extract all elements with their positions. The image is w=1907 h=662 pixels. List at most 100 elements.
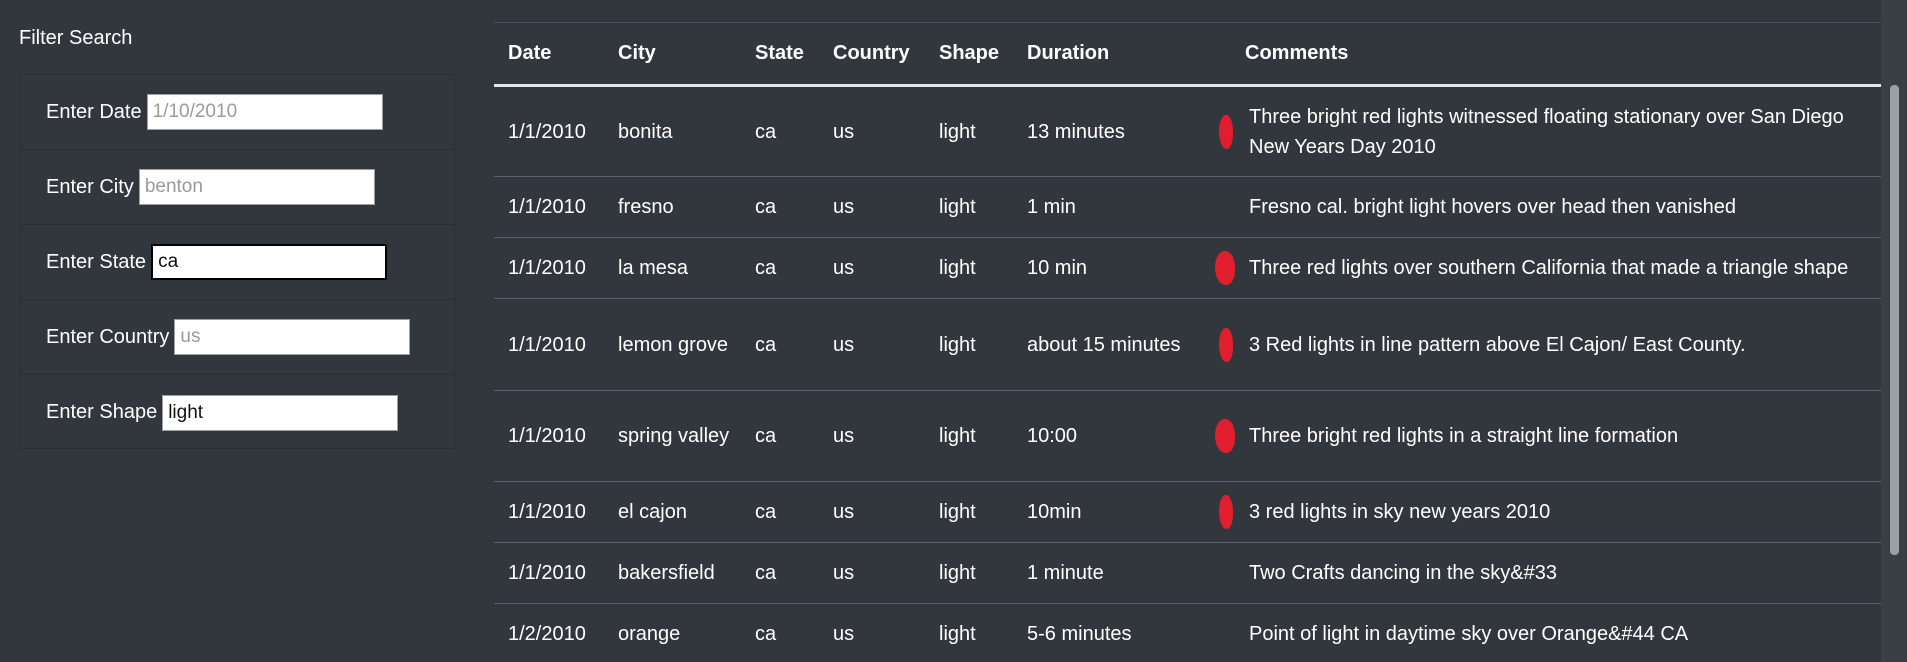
- filter-panel: Enter Date Enter City Enter State Enter …: [20, 74, 455, 449]
- cell-state: ca: [741, 390, 819, 482]
- cell-duration: 10min: [1013, 481, 1231, 543]
- cell-country: us: [819, 237, 925, 299]
- cell-city: lemon grove: [604, 298, 741, 391]
- date-input[interactable]: [146, 94, 383, 130]
- header-city: City: [604, 23, 741, 87]
- table-row: 1/1/2010 spring valley ca us light 10:00…: [494, 390, 1881, 482]
- cell-state: ca: [741, 85, 819, 177]
- red-annotation-mark: [1215, 251, 1235, 285]
- shape-input[interactable]: [162, 394, 399, 431]
- table-row: 1/2/2010 orange ca us light 5-6 minutes …: [494, 603, 1881, 662]
- cell-state: ca: [741, 237, 819, 299]
- cell-comment: 3 Red lights in line pattern above El Ca…: [1219, 298, 1881, 391]
- cell-shape: light: [925, 481, 1013, 543]
- filter-title: Filter Search: [19, 27, 133, 49]
- cell-date: 1/1/2010: [494, 85, 604, 177]
- header-date: Date: [494, 23, 604, 87]
- cell-date: 1/1/2010: [494, 542, 604, 604]
- cell-date: 1/1/2010: [494, 298, 604, 391]
- scrollbar-thumb[interactable]: [1890, 85, 1899, 555]
- red-annotation-mark: [1215, 419, 1235, 453]
- cell-shape: light: [925, 298, 1013, 391]
- cell-state: ca: [741, 298, 819, 391]
- cell-country: us: [819, 85, 925, 177]
- red-annotation-mark: [1219, 327, 1233, 362]
- date-label: Enter Date: [46, 100, 142, 123]
- cell-comment: Point of light in daytime sky over Orang…: [1231, 603, 1881, 662]
- cell-comment: Three red lights over southern Californi…: [1215, 237, 1881, 299]
- cell-state: ca: [741, 481, 819, 543]
- table-header-row: Date City State Country Shape Duration C…: [494, 23, 1881, 87]
- cell-date: 1/1/2010: [494, 176, 604, 238]
- cell-duration: 1 minute: [1013, 542, 1231, 604]
- cell-duration: 13 minutes: [1013, 85, 1231, 177]
- cell-city: orange: [604, 603, 741, 662]
- cell-city: la mesa: [604, 237, 741, 299]
- filter-row-shape: Enter Shape: [21, 375, 454, 450]
- red-annotation-mark: [1219, 114, 1233, 149]
- cell-date: 1/1/2010: [494, 390, 604, 482]
- cell-state: ca: [741, 176, 819, 238]
- cell-comment: 3 red lights in sky new years 2010: [1219, 481, 1881, 543]
- cell-country: us: [819, 481, 925, 543]
- comment-text: Three red lights over southern Californi…: [1249, 257, 1849, 279]
- cell-duration: 1 min: [1013, 176, 1231, 238]
- table-row: 1/1/2010 bakersfield ca us light 1 minut…: [494, 542, 1881, 604]
- filter-row-country: Enter Country: [21, 300, 454, 375]
- city-label: Enter City: [46, 175, 134, 198]
- header-comments: Comments: [1231, 23, 1881, 87]
- comment-text: Three bright red lights in a straight li…: [1249, 425, 1679, 447]
- cell-city: el cajon: [604, 481, 741, 543]
- cell-state: ca: [741, 542, 819, 604]
- cell-comment: Fresno cal. bright light hovers over hea…: [1231, 176, 1881, 238]
- header-duration: Duration: [1013, 23, 1231, 87]
- shape-label: Enter Shape: [46, 401, 158, 423]
- cell-comment: Two Crafts dancing in the sky&#33: [1231, 542, 1881, 604]
- cell-duration: about 15 minutes: [1013, 298, 1231, 391]
- table-row: 1/1/2010 el cajon ca us light 10min 3 re…: [494, 481, 1881, 543]
- results-table: Date City State Country Shape Duration C…: [494, 23, 1881, 662]
- cell-duration: 10 min: [1013, 237, 1231, 299]
- filter-row-city: Enter City: [21, 150, 454, 225]
- country-input[interactable]: [174, 319, 411, 355]
- cell-comment: Three bright red lights in a straight li…: [1215, 390, 1881, 482]
- city-input[interactable]: [138, 169, 375, 205]
- country-label: Enter Country: [46, 325, 170, 348]
- cell-shape: light: [925, 603, 1013, 662]
- cell-country: us: [819, 176, 925, 238]
- filter-row-date: Enter Date: [21, 75, 454, 150]
- cell-date: 1/2/2010: [494, 603, 604, 662]
- cell-shape: light: [925, 542, 1013, 604]
- red-annotation-mark: [1219, 495, 1233, 529]
- results-table-container: Date City State Country Shape Duration C…: [494, 0, 1881, 662]
- cell-state: ca: [741, 603, 819, 662]
- cell-date: 1/1/2010: [494, 237, 604, 299]
- table-row: 1/1/2010 fresno ca us light 1 min Fresno…: [494, 176, 1881, 238]
- cell-shape: light: [925, 237, 1013, 299]
- header-shape: Shape: [925, 23, 1013, 87]
- cell-date: 1/1/2010: [494, 481, 604, 543]
- comment-text: Two Crafts dancing in the sky&#33: [1249, 562, 1557, 584]
- cell-comment: Three bright red lights witnessed floati…: [1219, 85, 1881, 177]
- state-input[interactable]: [151, 244, 388, 280]
- comment-text: Fresno cal. bright light hovers over hea…: [1249, 196, 1736, 218]
- cell-shape: light: [925, 85, 1013, 177]
- cell-shape: light: [925, 176, 1013, 238]
- comment-text: Three bright red lights witnessed floati…: [1249, 105, 1844, 158]
- state-label: Enter State: [46, 250, 147, 273]
- cell-country: us: [819, 298, 925, 391]
- cell-country: us: [819, 390, 925, 482]
- cell-duration: 5-6 minutes: [1013, 603, 1231, 662]
- vertical-scrollbar[interactable]: [1881, 0, 1907, 662]
- comment-text: Point of light in daytime sky over Orang…: [1249, 623, 1689, 645]
- cell-city: bakersfield: [604, 542, 741, 604]
- comment-text: 3 Red lights in line pattern above El Ca…: [1249, 333, 1746, 356]
- cell-country: us: [819, 603, 925, 662]
- comment-text: 3 red lights in sky new years 2010: [1249, 501, 1551, 523]
- cell-duration: 10:00: [1013, 390, 1231, 482]
- table-row: 1/1/2010 la mesa ca us light 10 min Thre…: [494, 237, 1881, 299]
- cell-city: fresno: [604, 176, 741, 238]
- table-row: 1/1/2010 bonita ca us light 13 minutes T…: [494, 85, 1881, 177]
- cell-city: spring valley: [604, 390, 741, 482]
- header-state: State: [741, 23, 819, 87]
